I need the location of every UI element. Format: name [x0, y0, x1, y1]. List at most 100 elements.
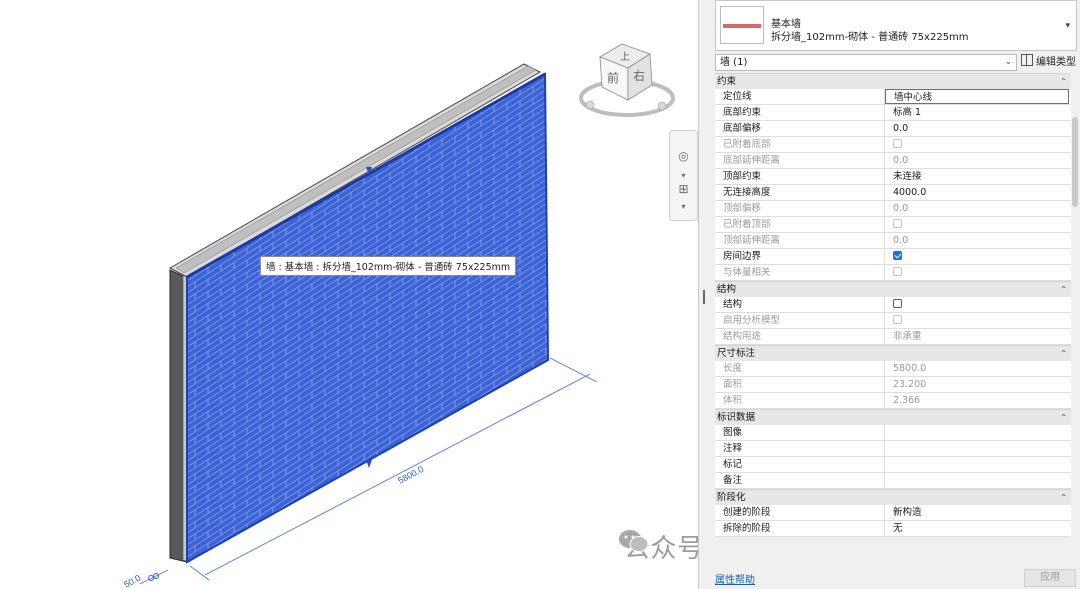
section-header[interactable]: 结构 ⌃: [715, 281, 1071, 297]
property-label: 与体量相关: [715, 265, 885, 280]
chevron-down-icon[interactable]: ▾: [1065, 21, 1070, 31]
property-row[interactable]: 底部约束 标高 1: [715, 105, 1071, 121]
property-checkbox-cell: [885, 217, 1071, 232]
checkbox-unchecked[interactable]: [893, 299, 902, 308]
home-icon: [585, 100, 595, 110]
wall-brick-face: [186, 72, 550, 564]
property-value[interactable]: 标高 1: [885, 105, 1071, 120]
section-header[interactable]: 尺寸标注 ⌃: [715, 345, 1071, 361]
panel-splitter[interactable]: [703, 290, 705, 304]
property-label: 标记: [715, 457, 885, 472]
section-title: 约束: [717, 76, 737, 87]
property-row: 底部延伸距离 0.0: [715, 153, 1071, 169]
properties-help-link[interactable]: 属性帮助: [715, 571, 755, 586]
property-label: 已附着顶部: [715, 217, 885, 232]
checkbox-unchecked: [893, 315, 902, 324]
property-checkbox-cell[interactable]: [885, 249, 1071, 264]
property-row: 面积 23.200: [715, 377, 1071, 393]
viewcube-top-label: 上: [620, 51, 630, 63]
type-selector[interactable]: 基本墙 拆分墙_102mm-砌体 - 普通砖 75x225mm ▾: [715, 0, 1077, 51]
property-row[interactable]: 结构: [715, 297, 1071, 313]
section-title: 尺寸标注: [717, 348, 756, 359]
property-value: 0.0: [893, 235, 909, 246]
dimension-witness-2: [549, 357, 598, 383]
property-value: 0.0: [893, 203, 909, 214]
property-label: 顶部约束: [715, 169, 885, 184]
property-value[interactable]: 未连接: [885, 169, 1071, 184]
steering-wheel-icon[interactable]: ◎: [674, 147, 693, 166]
property-label: 面积: [715, 377, 885, 392]
property-checkbox-cell[interactable]: [885, 297, 1071, 312]
property-row[interactable]: 图像: [715, 425, 1071, 441]
property-label: 顶部延伸距离: [715, 233, 885, 248]
collapse-icon[interactable]: ⌃: [1060, 410, 1067, 425]
section-header[interactable]: 约束 ⌃: [715, 73, 1071, 89]
properties-scrollbar[interactable]: [1071, 73, 1080, 563]
property-value[interactable]: 无: [885, 521, 1071, 536]
property-value[interactable]: [885, 441, 1071, 456]
property-label: 拆除的阶段: [715, 521, 885, 536]
property-row[interactable]: 注释: [715, 441, 1071, 457]
property-checkbox-cell: [885, 137, 1071, 152]
property-label: 已附着底部: [715, 137, 885, 152]
checkbox-checked[interactable]: [893, 251, 902, 260]
property-label: 启用分析模型: [715, 313, 885, 328]
property-value[interactable]: [885, 457, 1071, 472]
property-label: 无连接高度: [715, 185, 885, 200]
property-checkbox-cell: [885, 265, 1071, 280]
property-row: 已附着顶部: [715, 217, 1071, 233]
property-label: 顶部偏移: [715, 201, 885, 216]
property-value: 2.366: [893, 395, 921, 406]
property-value[interactable]: [885, 425, 1071, 440]
property-checkbox-cell: [885, 313, 1071, 328]
compass-marker-icon: [657, 101, 667, 111]
dimension-witness-1: [189, 565, 210, 581]
property-row[interactable]: 房间边界: [715, 249, 1071, 265]
property-row[interactable]: 无连接高度 4000.0: [715, 185, 1071, 201]
property-row[interactable]: 标记: [715, 457, 1071, 473]
property-label: 体积: [715, 393, 885, 408]
property-row[interactable]: 拆除的阶段无: [715, 521, 1071, 537]
section-header[interactable]: 阶段化 ⌃: [715, 489, 1071, 505]
collapse-icon[interactable]: ⌃: [1060, 74, 1067, 89]
collapse-icon[interactable]: ⌃: [1060, 282, 1067, 297]
property-value: 5800.0: [893, 363, 927, 374]
section-title: 阶段化: [717, 492, 746, 503]
property-value[interactable]: [885, 473, 1071, 488]
property-row[interactable]: 定位线 墙中心线: [715, 89, 1071, 105]
property-row[interactable]: 顶部约束 未连接: [715, 169, 1071, 185]
checkbox-unchecked: [893, 219, 902, 228]
property-value[interactable]: 墙中心线: [885, 89, 1069, 104]
viewcube[interactable]: 上 前 右: [579, 43, 675, 117]
type-name-label: 拆分墙_102mm-砌体 - 普通砖 75x225mm: [771, 32, 969, 43]
edit-type-button[interactable]: 编辑类型: [1021, 54, 1076, 71]
chevron-down-icon[interactable]: ⌄: [1004, 55, 1012, 70]
property-label: 备注: [715, 473, 885, 488]
property-value: 0.0: [893, 155, 909, 166]
apply-button[interactable]: 应用: [1024, 569, 1076, 587]
collapse-icon[interactable]: ⌃: [1060, 346, 1067, 361]
chevron-down-icon[interactable]: ▾: [674, 197, 693, 216]
scrollbar-thumb[interactable]: [1072, 117, 1078, 207]
collapse-icon[interactable]: ⌃: [1060, 490, 1067, 505]
bottom-grip-icon: [366, 460, 372, 468]
instance-filter-dropdown[interactable]: 墙 (1) ⌄: [715, 54, 1017, 71]
property-value[interactable]: 新构造: [885, 505, 1071, 520]
section-header[interactable]: 标识数据 ⌃: [715, 409, 1071, 425]
property-value[interactable]: 4000.0: [885, 185, 1071, 200]
property-row: 已附着底部: [715, 137, 1071, 153]
property-row[interactable]: 底部偏移 0.0: [715, 121, 1071, 137]
property-row[interactable]: 备注: [715, 473, 1071, 489]
property-label: 创建的阶段: [715, 505, 885, 520]
section-title: 标识数据: [717, 412, 756, 423]
wall-type-preview-icon: [720, 6, 764, 44]
3d-view-canvas[interactable]: 5800.0 50.0 上 前 右 墙 : 基本墙 : 拆分墙_102mm-砌体…: [0, 0, 698, 589]
property-row: 与体量相关: [715, 265, 1071, 281]
navigation-bar[interactable]: ◎ ▾ ⊞ ▾: [669, 130, 698, 221]
property-row[interactable]: 创建的阶段 新构造: [715, 505, 1071, 521]
property-row: 长度 5800.0: [715, 361, 1071, 377]
property-value[interactable]: 0.0: [885, 121, 1071, 136]
wall-3d-drawing[interactable]: 5800.0 50.0 上 前 右: [0, 0, 698, 589]
property-row: 结构用途 非承重: [715, 329, 1071, 345]
property-label: 注释: [715, 441, 885, 456]
